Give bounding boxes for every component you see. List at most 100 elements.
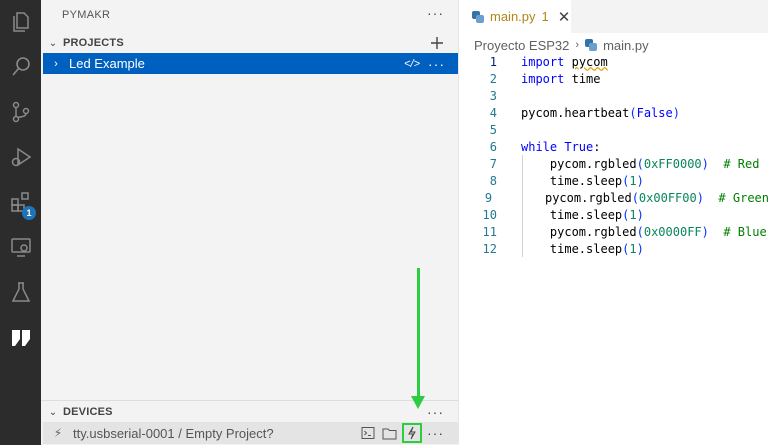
code-line: 2 import time: [459, 70, 768, 87]
devices-section-label: DEVICES: [63, 406, 113, 418]
tab-bar: main.py 1 ✕: [459, 0, 768, 33]
devices-section-header[interactable]: ⌄ DEVICES ···: [41, 401, 458, 423]
chevron-right-icon: ›: [54, 57, 58, 70]
comment: # Blue: [723, 224, 767, 239]
argument: 1: [629, 241, 637, 256]
module-name: time: [571, 71, 601, 86]
projects-section-label: PROJECTS: [63, 37, 124, 49]
device-name: tty.usbserial-0001 / Empty Project?: [73, 425, 274, 441]
code-line: 1 import pycom: [459, 53, 768, 70]
extensions-icon[interactable]: 1: [0, 182, 41, 222]
project-name: Led Example: [69, 56, 145, 71]
testing-icon[interactable]: [0, 272, 41, 312]
hex-prefix: 0x: [643, 224, 659, 239]
chevron-down-icon: ⌄: [48, 406, 58, 418]
call: time.sleep: [549, 241, 623, 256]
code-line: 12 time.sleep(1): [459, 240, 768, 257]
keyword: while: [521, 139, 558, 154]
remote-explorer-icon[interactable]: [0, 227, 41, 267]
breadcrumb-folder[interactable]: Proyecto ESP32: [474, 38, 569, 53]
breadcrumb: Proyecto ESP32 › main.py: [474, 36, 649, 54]
device-row[interactable]: ⚡︎ tty.usbserial-0001 / Empty Project? ·…: [43, 422, 458, 444]
annotation-arrow-head: [411, 396, 425, 409]
chevron-down-icon: ⌄: [48, 37, 58, 49]
argument: False: [636, 105, 673, 120]
call: pycom.rgbled: [549, 224, 637, 239]
run-debug-icon[interactable]: [0, 137, 41, 177]
argument: 1: [629, 207, 637, 222]
indent-guide: [522, 155, 523, 257]
python-file-icon: [472, 10, 484, 23]
hex-prefix: 0x: [638, 190, 654, 205]
pymakr-icon[interactable]: [0, 318, 41, 358]
value: True: [564, 139, 594, 154]
line-number: 6: [489, 139, 497, 154]
call: pycom.rgbled: [544, 190, 632, 205]
breadcrumb-file[interactable]: main.py: [603, 38, 649, 53]
line-number: 8: [489, 173, 497, 188]
comment: # Red: [723, 156, 760, 171]
line-number: 11: [482, 224, 497, 239]
line-number: 2: [489, 71, 497, 86]
terminal-icon[interactable]: [360, 425, 376, 441]
lightning-icon: ⚡︎: [53, 426, 63, 440]
devices-more-icon[interactable]: ···: [427, 401, 444, 423]
close-icon[interactable]: ✕: [558, 8, 571, 26]
call: pycom.heartbeat: [521, 105, 630, 120]
code-line: 5: [459, 121, 768, 138]
connect-device-button[interactable]: [402, 423, 422, 443]
files-icon[interactable]: [0, 2, 41, 42]
folder-icon[interactable]: [381, 425, 397, 441]
code-line: 3: [459, 87, 768, 104]
sidebar-title: PYMAKR: [62, 9, 111, 21]
line-number: 9: [484, 190, 493, 205]
call: pycom.rgbled: [549, 156, 637, 171]
tab-label: main.py: [490, 9, 536, 24]
project-more-icon[interactable]: ···: [428, 56, 445, 72]
paren: ): [672, 105, 680, 120]
search-icon[interactable]: [0, 47, 41, 87]
device-more-icon[interactable]: ···: [427, 425, 444, 441]
extensions-badge: 1: [22, 206, 36, 220]
line-number: 1: [489, 54, 497, 69]
line-number: 12: [482, 241, 497, 256]
code-line: 10 time.sleep(1): [459, 206, 768, 223]
chevron-right-icon: ›: [575, 39, 580, 51]
code-line: 4 pycom.heartbeat(False): [459, 104, 768, 121]
colon: :: [593, 139, 601, 154]
line-number: 7: [489, 156, 497, 171]
code-line: 7 pycom.rgbled(0xFF0000) # Red: [459, 155, 768, 172]
module-name: pycom: [571, 54, 608, 69]
line-number: 4: [489, 105, 497, 120]
project-row[interactable]: › Led Example </> ···: [43, 53, 458, 74]
code-line: 8 time.sleep(1): [459, 172, 768, 189]
code-line: 11 pycom.rgbled(0x0000FF) # Blue: [459, 223, 768, 240]
projects-section-header[interactable]: ⌄ PROJECTS: [41, 32, 458, 54]
paren: (: [629, 105, 637, 120]
tab-main-py[interactable]: main.py 1 ✕: [459, 0, 571, 33]
add-project-icon[interactable]: [430, 32, 444, 54]
pymakr-sidebar: PYMAKR ··· ⌄ PROJECTS › Led Example </> …: [41, 0, 458, 445]
activity-bar: 1: [0, 0, 41, 445]
sidebar-more-icon[interactable]: ···: [427, 5, 444, 21]
hex-value: FF0000: [658, 156, 702, 171]
editor-panel: main.py 1 ✕ Proyecto ESP32 › main.py 1 im…: [458, 0, 768, 445]
code-line: 6 while True:: [459, 138, 768, 155]
hex-prefix: 0x: [643, 156, 659, 171]
line-number: 3: [489, 88, 497, 103]
comment: # Green: [718, 190, 768, 205]
source-control-icon[interactable]: [0, 92, 41, 132]
tab-problem-count: 1: [541, 9, 549, 24]
hex-value: 0000FF: [658, 224, 702, 239]
code-area[interactable]: 1 import pycom 2 import time 3 4 pycom.hear…: [459, 53, 768, 257]
keyword: import: [521, 71, 565, 86]
code-line: 9 pycom.rgbled(0x00FF00) # Green: [459, 189, 768, 206]
python-file-icon: [585, 39, 598, 51]
call: time.sleep: [549, 207, 623, 222]
argument: 1: [629, 173, 637, 188]
keyword: import: [521, 54, 565, 69]
call: time.sleep: [549, 173, 623, 188]
code-icon[interactable]: </>: [404, 58, 420, 70]
hex-value: 00FF00: [653, 190, 697, 205]
annotation-arrow-line: [417, 268, 420, 400]
